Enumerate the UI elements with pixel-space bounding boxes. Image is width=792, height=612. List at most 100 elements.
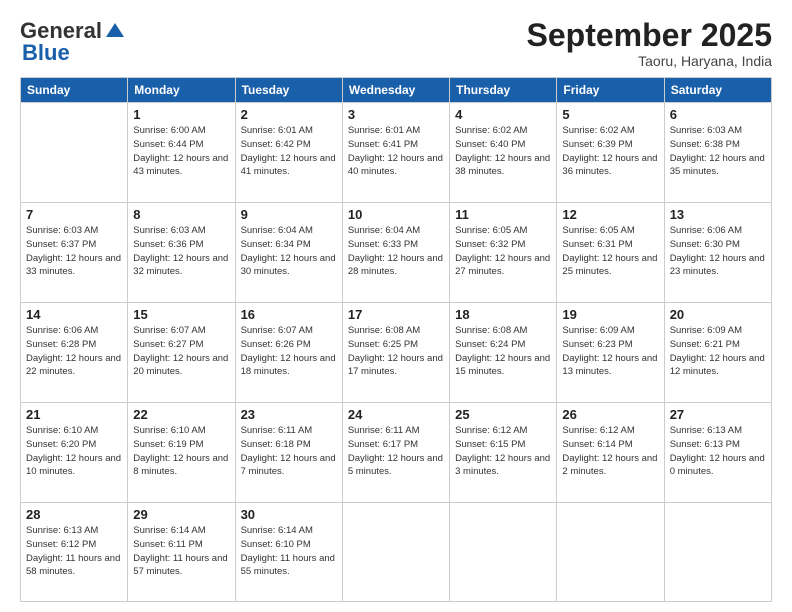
day-number: 23: [241, 407, 337, 422]
day-info: Sunrise: 6:00 AMSunset: 6:44 PMDaylight:…: [133, 125, 228, 177]
day-number: 21: [26, 407, 122, 422]
day-info: Sunrise: 6:02 AMSunset: 6:39 PMDaylight:…: [562, 125, 657, 177]
day-info: Sunrise: 6:07 AMSunset: 6:26 PMDaylight:…: [241, 325, 336, 377]
day-info: Sunrise: 6:06 AMSunset: 6:28 PMDaylight:…: [26, 325, 121, 377]
day-info: Sunrise: 6:10 AMSunset: 6:19 PMDaylight:…: [133, 425, 228, 477]
calendar-cell: 13 Sunrise: 6:06 AMSunset: 6:30 PMDaylig…: [664, 203, 771, 303]
day-number: 27: [670, 407, 766, 422]
day-info: Sunrise: 6:03 AMSunset: 6:37 PMDaylight:…: [26, 225, 121, 277]
calendar-cell: 5 Sunrise: 6:02 AMSunset: 6:39 PMDayligh…: [557, 103, 664, 203]
calendar-cell: [342, 503, 449, 602]
day-number: 16: [241, 307, 337, 322]
day-number: 8: [133, 207, 229, 222]
header-wednesday: Wednesday: [342, 78, 449, 103]
day-number: 6: [670, 107, 766, 122]
day-info: Sunrise: 6:01 AMSunset: 6:41 PMDaylight:…: [348, 125, 443, 177]
day-info: Sunrise: 6:07 AMSunset: 6:27 PMDaylight:…: [133, 325, 228, 377]
day-info: Sunrise: 6:04 AMSunset: 6:34 PMDaylight:…: [241, 225, 336, 277]
calendar-cell: 20 Sunrise: 6:09 AMSunset: 6:21 PMDaylig…: [664, 303, 771, 403]
day-number: 2: [241, 107, 337, 122]
calendar-cell: 19 Sunrise: 6:09 AMSunset: 6:23 PMDaylig…: [557, 303, 664, 403]
calendar-cell: 29 Sunrise: 6:14 AMSunset: 6:11 PMDaylig…: [128, 503, 235, 602]
location: Taoru, Haryana, India: [527, 53, 772, 69]
calendar-cell: 27 Sunrise: 6:13 AMSunset: 6:13 PMDaylig…: [664, 403, 771, 503]
day-info: Sunrise: 6:12 AMSunset: 6:15 PMDaylight:…: [455, 425, 550, 477]
calendar-cell: 10 Sunrise: 6:04 AMSunset: 6:33 PMDaylig…: [342, 203, 449, 303]
day-info: Sunrise: 6:08 AMSunset: 6:25 PMDaylight:…: [348, 325, 443, 377]
day-number: 22: [133, 407, 229, 422]
day-number: 14: [26, 307, 122, 322]
header-saturday: Saturday: [664, 78, 771, 103]
day-info: Sunrise: 6:12 AMSunset: 6:14 PMDaylight:…: [562, 425, 657, 477]
calendar-cell: 14 Sunrise: 6:06 AMSunset: 6:28 PMDaylig…: [21, 303, 128, 403]
calendar-cell: 8 Sunrise: 6:03 AMSunset: 6:36 PMDayligh…: [128, 203, 235, 303]
weekday-header-row: Sunday Monday Tuesday Wednesday Thursday…: [21, 78, 772, 103]
month-title: September 2025: [527, 18, 772, 53]
calendar-cell: 16 Sunrise: 6:07 AMSunset: 6:26 PMDaylig…: [235, 303, 342, 403]
day-info: Sunrise: 6:13 AMSunset: 6:13 PMDaylight:…: [670, 425, 765, 477]
day-number: 25: [455, 407, 551, 422]
day-number: 17: [348, 307, 444, 322]
logo-blue: Blue: [22, 40, 70, 66]
day-info: Sunrise: 6:14 AMSunset: 6:10 PMDaylight:…: [241, 525, 335, 577]
day-info: Sunrise: 6:09 AMSunset: 6:21 PMDaylight:…: [670, 325, 765, 377]
day-info: Sunrise: 6:08 AMSunset: 6:24 PMDaylight:…: [455, 325, 550, 377]
day-number: 18: [455, 307, 551, 322]
header-friday: Friday: [557, 78, 664, 103]
day-number: 3: [348, 107, 444, 122]
header-monday: Monday: [128, 78, 235, 103]
calendar-cell: 30 Sunrise: 6:14 AMSunset: 6:10 PMDaylig…: [235, 503, 342, 602]
day-info: Sunrise: 6:06 AMSunset: 6:30 PMDaylight:…: [670, 225, 765, 277]
calendar-cell: 21 Sunrise: 6:10 AMSunset: 6:20 PMDaylig…: [21, 403, 128, 503]
calendar-cell: [450, 503, 557, 602]
day-info: Sunrise: 6:03 AMSunset: 6:38 PMDaylight:…: [670, 125, 765, 177]
day-number: 12: [562, 207, 658, 222]
calendar-cell: 18 Sunrise: 6:08 AMSunset: 6:24 PMDaylig…: [450, 303, 557, 403]
day-number: 15: [133, 307, 229, 322]
day-info: Sunrise: 6:01 AMSunset: 6:42 PMDaylight:…: [241, 125, 336, 177]
calendar-cell: [21, 103, 128, 203]
page: General Blue September 2025 Taoru, Harya…: [0, 0, 792, 612]
calendar-cell: [664, 503, 771, 602]
day-info: Sunrise: 6:11 AMSunset: 6:17 PMDaylight:…: [348, 425, 443, 477]
logo: General Blue: [20, 18, 126, 66]
day-info: Sunrise: 6:03 AMSunset: 6:36 PMDaylight:…: [133, 225, 228, 277]
day-info: Sunrise: 6:05 AMSunset: 6:31 PMDaylight:…: [562, 225, 657, 277]
calendar-cell: 23 Sunrise: 6:11 AMSunset: 6:18 PMDaylig…: [235, 403, 342, 503]
header-thursday: Thursday: [450, 78, 557, 103]
day-info: Sunrise: 6:14 AMSunset: 6:11 PMDaylight:…: [133, 525, 227, 577]
day-number: 24: [348, 407, 444, 422]
calendar-cell: 28 Sunrise: 6:13 AMSunset: 6:12 PMDaylig…: [21, 503, 128, 602]
calendar-cell: 3 Sunrise: 6:01 AMSunset: 6:41 PMDayligh…: [342, 103, 449, 203]
calendar-cell: 17 Sunrise: 6:08 AMSunset: 6:25 PMDaylig…: [342, 303, 449, 403]
day-info: Sunrise: 6:11 AMSunset: 6:18 PMDaylight:…: [241, 425, 336, 477]
calendar-cell: 25 Sunrise: 6:12 AMSunset: 6:15 PMDaylig…: [450, 403, 557, 503]
day-number: 26: [562, 407, 658, 422]
calendar-cell: 4 Sunrise: 6:02 AMSunset: 6:40 PMDayligh…: [450, 103, 557, 203]
title-block: September 2025 Taoru, Haryana, India: [527, 18, 772, 69]
calendar-cell: 2 Sunrise: 6:01 AMSunset: 6:42 PMDayligh…: [235, 103, 342, 203]
day-info: Sunrise: 6:04 AMSunset: 6:33 PMDaylight:…: [348, 225, 443, 277]
calendar-table: Sunday Monday Tuesday Wednesday Thursday…: [20, 77, 772, 602]
day-info: Sunrise: 6:13 AMSunset: 6:12 PMDaylight:…: [26, 525, 120, 577]
calendar-cell: 11 Sunrise: 6:05 AMSunset: 6:32 PMDaylig…: [450, 203, 557, 303]
day-number: 28: [26, 507, 122, 522]
header: General Blue September 2025 Taoru, Harya…: [20, 18, 772, 69]
calendar-cell: 15 Sunrise: 6:07 AMSunset: 6:27 PMDaylig…: [128, 303, 235, 403]
header-sunday: Sunday: [21, 78, 128, 103]
day-number: 9: [241, 207, 337, 222]
calendar-cell: 26 Sunrise: 6:12 AMSunset: 6:14 PMDaylig…: [557, 403, 664, 503]
day-number: 10: [348, 207, 444, 222]
day-number: 30: [241, 507, 337, 522]
day-number: 20: [670, 307, 766, 322]
calendar-cell: 7 Sunrise: 6:03 AMSunset: 6:37 PMDayligh…: [21, 203, 128, 303]
calendar-cell: 9 Sunrise: 6:04 AMSunset: 6:34 PMDayligh…: [235, 203, 342, 303]
day-number: 11: [455, 207, 551, 222]
calendar-cell: 22 Sunrise: 6:10 AMSunset: 6:19 PMDaylig…: [128, 403, 235, 503]
day-number: 29: [133, 507, 229, 522]
logo-icon: [104, 19, 126, 41]
day-info: Sunrise: 6:10 AMSunset: 6:20 PMDaylight:…: [26, 425, 121, 477]
day-number: 5: [562, 107, 658, 122]
day-number: 7: [26, 207, 122, 222]
day-number: 1: [133, 107, 229, 122]
